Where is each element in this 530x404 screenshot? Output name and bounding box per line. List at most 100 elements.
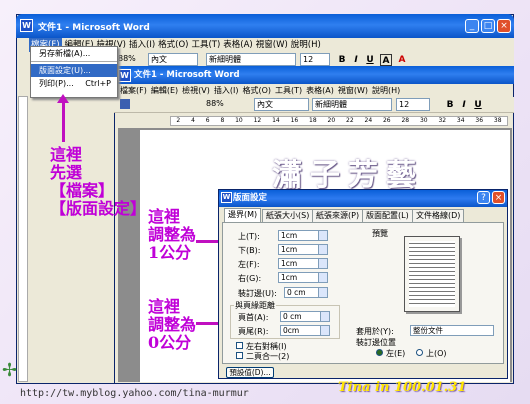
right-margin-input[interactable]: 1cm (278, 272, 328, 283)
outer-size-dropdown[interactable]: 12 (300, 53, 330, 66)
author-signature: Tina in 100.01.31 (338, 380, 467, 395)
outer-title: 文件1 - Microsoft Word (38, 23, 150, 33)
gutter-input[interactable]: 0 cm (284, 287, 328, 298)
page-setup-item[interactable]: 版面設定(U)... (31, 64, 117, 77)
menu-tools[interactable]: 工具(T) (191, 38, 220, 52)
ruler-mark: 2 (176, 117, 181, 124)
outer-zoom[interactable]: 88% (118, 54, 136, 63)
gutter-left-label: 左(E) (386, 349, 406, 358)
outer-font-dropdown[interactable]: 新細明體 (206, 53, 296, 66)
print-item[interactable]: 列印(P)... Ctrl+P (31, 77, 117, 90)
close-button[interactable]: × (497, 19, 511, 33)
annotation-set-0cm: 這裡 調整為 0公分 (148, 298, 196, 352)
menu-insert[interactable]: 插入(I) (129, 38, 155, 52)
menu-table[interactable]: 表格(A) (223, 38, 252, 52)
two-pages-checkbox[interactable] (236, 352, 243, 359)
gutter-top-radio[interactable] (416, 349, 423, 356)
ann3-line3: 0公分 (148, 333, 192, 352)
tab-paper-source[interactable]: 紙張來源(P) (312, 209, 364, 222)
save-icon[interactable] (120, 99, 130, 109)
ann2-line3: 1公分 (148, 243, 192, 262)
inner-size-dropdown[interactable]: 12 (396, 98, 430, 111)
ruler-mark: 36 (475, 117, 484, 124)
top-margin-input[interactable]: 1cm (278, 230, 328, 241)
left-margin-input[interactable]: 1cm (278, 258, 328, 269)
tab-doc-grid[interactable]: 文件格線(D) (412, 209, 465, 222)
gutter-top-label: 上(O) (426, 349, 447, 358)
dialog-icon: W (221, 192, 232, 203)
footer-distance-input[interactable]: 0cm (280, 325, 330, 336)
menu-window[interactable]: 視窗(W) (256, 38, 288, 52)
ruler-mark: 14 (272, 117, 280, 124)
ann3-line2: 調整為 (148, 315, 197, 334)
ann1-line3: 【檔案】 (50, 181, 115, 200)
apply-to-dropdown[interactable]: 整份文件 (410, 325, 494, 336)
inner-bold-button[interactable]: B (444, 99, 456, 111)
tab-margins[interactable]: 邊界(M) (224, 208, 262, 222)
underline-button[interactable]: U (364, 54, 376, 66)
inner-toolbar: 88% 內文 新細明體 12 B I U (114, 97, 514, 113)
ruler-mark: 26 (382, 117, 391, 124)
tab-layout[interactable]: 版面配置(L) (362, 209, 413, 222)
save-as-item[interactable]: 另存新檔(A)... (31, 47, 117, 60)
inner-menu-view[interactable]: 檢視(V) (182, 84, 210, 97)
italic-button[interactable]: I (350, 54, 362, 66)
dialog-title-bar: 版面設定 (219, 190, 507, 207)
maximize-button[interactable]: □ (481, 19, 495, 33)
outer-title-bar: 文件1 - Microsoft Word (16, 14, 514, 38)
tab-paper-size[interactable]: 紙張大小(S) (262, 209, 314, 222)
menu-divider (31, 61, 117, 62)
ruler-mark: 8 (220, 117, 225, 124)
print-shortcut: Ctrl+P (85, 79, 111, 88)
inner-menu-insert[interactable]: 插入(I) (214, 84, 239, 97)
ann1-line4: 【版面設定】 (50, 199, 147, 218)
inner-style-dropdown[interactable]: 內文 (254, 98, 309, 111)
inner-menu-window[interactable]: 視窗(W) (338, 84, 368, 97)
inner-menu-tools[interactable]: 工具(T) (275, 84, 302, 97)
top-margin-label: 上(T): (238, 232, 260, 241)
menu-help[interactable]: 說明(H) (291, 38, 321, 52)
gutter-left-radio[interactable] (376, 349, 383, 356)
gutter-label: 裝訂邊(U): (238, 289, 277, 298)
ruler-mark: 30 (419, 117, 428, 124)
outer-style-dropdown[interactable]: 內文 (148, 53, 198, 66)
blog-url[interactable]: http://tw.myblog.yahoo.com/tina-murmur (20, 388, 249, 399)
ruler-mark: 32 (438, 117, 447, 124)
inner-menu-table[interactable]: 表格(A) (306, 84, 334, 97)
char-border-button[interactable]: A (380, 54, 392, 66)
menu-format[interactable]: 格式(O) (158, 38, 188, 52)
default-button[interactable]: 預設值(D)... (226, 367, 274, 378)
ruler-mark: 24 (364, 117, 373, 124)
inner-title: 文件1 - Microsoft Word (134, 70, 240, 80)
bold-button[interactable]: B (336, 54, 348, 66)
ann2-line1: 這裡 (148, 207, 181, 226)
ruler-mark: 38 (493, 117, 502, 124)
inner-menu-edit[interactable]: 編輯(E) (151, 84, 178, 97)
inner-menu-bar: 檔案(F) 編輯(E) 檢視(V) 插入(I) 格式(O) 工具(T) 表格(A… (114, 84, 514, 97)
footer-distance-label: 頁尾(R): (238, 327, 269, 336)
file-dropdown-menu: 另存新檔(A)... 版面設定(U)... 列印(P)... Ctrl+P (30, 46, 118, 98)
inner-zoom[interactable]: 88% (206, 99, 224, 108)
inner-font-dropdown[interactable]: 新細明體 (312, 98, 392, 111)
ruler-mark: 12 (253, 117, 262, 124)
word-app-icon: W (20, 19, 33, 32)
edge-group-title: 與頁緣距離 (234, 300, 276, 311)
inner-menu-help[interactable]: 說明(H) (372, 84, 400, 97)
mirror-checkbox[interactable] (236, 342, 243, 349)
bottom-margin-input[interactable]: 1cm (278, 244, 328, 255)
inner-italic-button[interactable]: I (458, 99, 470, 111)
inner-menu-format[interactable]: 格式(O) (242, 84, 271, 97)
inner-word-icon: W (118, 69, 131, 82)
ann1-line2: 先選 (50, 163, 83, 182)
header-distance-input[interactable]: 0 cm (280, 311, 330, 322)
inner-menu-file[interactable]: 檔案(F) (120, 84, 147, 97)
two-pages-label: 二頁合一(2) (246, 352, 290, 361)
watermark: 瀟子芳藝 (272, 158, 424, 193)
left-margin-label: 左(F): (238, 260, 260, 269)
minimize-button[interactable]: _ (465, 19, 479, 33)
inner-underline-button[interactable]: U (472, 99, 484, 111)
font-color-button[interactable]: A (396, 54, 408, 66)
ann1-line1: 這裡 (50, 145, 83, 164)
dialog-help-button[interactable]: ? (477, 191, 490, 204)
dialog-close-button[interactable]: × (492, 191, 505, 204)
